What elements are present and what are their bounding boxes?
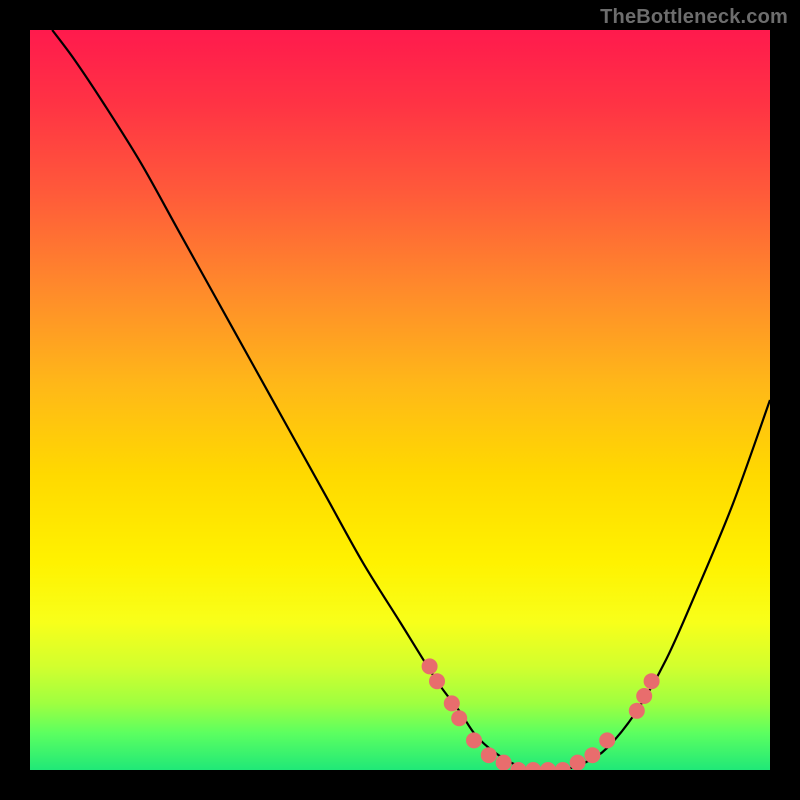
- bottleneck-curve: [52, 30, 770, 770]
- highlight-dot: [584, 747, 600, 763]
- highlight-dot: [570, 755, 586, 770]
- highlight-dots: [422, 658, 660, 770]
- highlight-dot: [422, 658, 438, 674]
- highlight-dot: [429, 673, 445, 689]
- chart-svg: [30, 30, 770, 770]
- highlight-dot: [644, 673, 660, 689]
- highlight-dot: [555, 762, 571, 770]
- chart-plot-area: [30, 30, 770, 770]
- highlight-dot: [466, 732, 482, 748]
- highlight-dot: [525, 762, 541, 770]
- highlight-dot: [636, 688, 652, 704]
- highlight-dot: [540, 762, 556, 770]
- watermark-text: TheBottleneck.com: [600, 6, 788, 29]
- highlight-dot: [451, 710, 467, 726]
- highlight-dot: [496, 755, 512, 770]
- highlight-dot: [481, 747, 497, 763]
- highlight-dot: [599, 732, 615, 748]
- highlight-dot: [629, 703, 645, 719]
- highlight-dot: [444, 695, 460, 711]
